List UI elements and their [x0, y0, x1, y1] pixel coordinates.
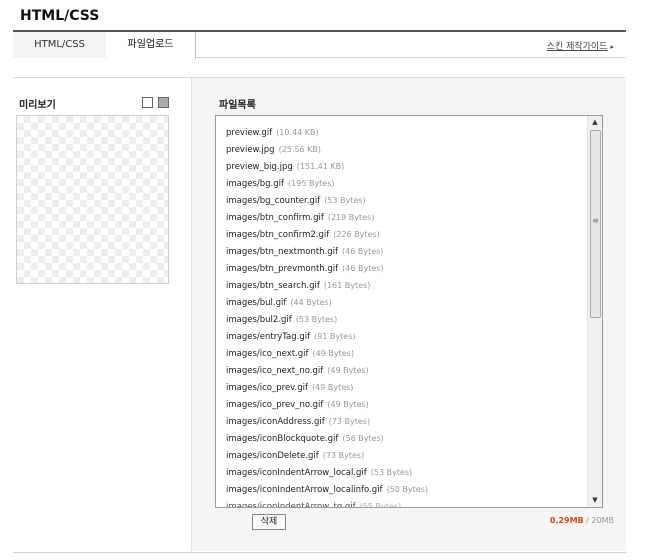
- skin-guide-link[interactable]: 스킨 제작가이드 ▸: [547, 39, 614, 52]
- file-size: (73 Bytes): [322, 451, 365, 460]
- file-name: images/btn_confirm2.gif: [226, 230, 330, 240]
- scrollbar-thumb[interactable]: ≡: [590, 130, 601, 318]
- file-list-item[interactable]: images/btn_search.gif (161 Bytes): [226, 277, 586, 294]
- content-area: 미리보기 파일목록 preview.gif (10.44 KB) preview.j…: [13, 77, 626, 551]
- scroll-down-icon[interactable]: ▼: [588, 494, 602, 507]
- file-name: images/ico_prev.gif: [226, 383, 309, 393]
- file-name: images/iconDelete.gif: [226, 451, 319, 461]
- white-background-toggle[interactable]: [142, 97, 153, 108]
- file-size: (25.56 KB): [278, 145, 322, 154]
- file-name: images/ico_next.gif: [226, 349, 309, 359]
- file-list-item[interactable]: images/btn_confirm2.gif (226 Bytes): [226, 226, 586, 243]
- arrow-right-icon: ▸: [610, 43, 614, 51]
- file-size: (44 Bytes): [290, 298, 332, 307]
- file-name: images/bg.gif: [226, 179, 285, 189]
- file-size: (46 Bytes): [342, 247, 384, 256]
- file-name: preview.gif: [226, 128, 273, 138]
- file-size: (49 Bytes): [327, 366, 369, 375]
- file-list-item[interactable]: images/bg_counter.gif (53 Bytes): [226, 192, 586, 209]
- file-size: (49 Bytes): [327, 400, 369, 409]
- file-list-item[interactable]: images/btn_nextmonth.gif (46 Bytes): [226, 243, 586, 260]
- file-list-item[interactable]: images/bg.gif (195 Bytes): [226, 175, 586, 192]
- file-list-item[interactable]: images/iconBlockquote.gif (56 Bytes): [226, 430, 586, 447]
- file-list-item[interactable]: images/iconIndentArrow_local.gif (53 Byte…: [226, 464, 586, 481]
- file-list-pane: 파일목록 preview.gif (10.44 KB) preview.jpg (25…: [191, 78, 626, 551]
- file-name: images/iconIndentArrow_local.gif: [226, 468, 367, 478]
- storage-usage: 0.29MB / 20MB: [550, 516, 614, 525]
- file-size: (53 Bytes): [324, 196, 366, 205]
- file-size: (10.44 KB): [276, 128, 319, 137]
- file-name: preview.jpg: [226, 145, 275, 155]
- delete-button[interactable]: 삭제: [252, 514, 286, 530]
- file-list-item[interactable]: images/iconIndentArrow_tg.gif (55 Bytes): [226, 498, 586, 507]
- vertical-scrollbar[interactable]: ▲ ≡ ▼: [587, 116, 602, 507]
- scroll-up-icon[interactable]: ▲: [588, 116, 602, 129]
- file-size: (53 Bytes): [370, 468, 413, 477]
- preview-pane: 미리보기: [13, 78, 191, 551]
- file-size: (53 Bytes): [295, 315, 338, 324]
- file-list-item[interactable]: images/iconDelete.gif (73 Bytes): [226, 447, 586, 464]
- file-listbox[interactable]: preview.gif (10.44 KB) preview.jpg (25.56 K…: [215, 115, 603, 508]
- file-list-item[interactable]: images/ico_next.gif (49 Bytes): [226, 345, 586, 362]
- file-list-item[interactable]: images/bul2.gif (53 Bytes): [226, 311, 586, 328]
- file-name: images/bg_counter.gif: [226, 196, 321, 206]
- file-name: images/btn_confirm.gif: [226, 213, 324, 223]
- file-size: (161 Bytes): [323, 281, 371, 290]
- file-list-title: 파일목록: [219, 100, 256, 111]
- file-name: images/iconIndentArrow_tg.gif: [226, 502, 356, 507]
- file-name: images/ico_next_no.gif: [226, 366, 324, 376]
- preview-image-box: [16, 115, 169, 284]
- file-size: (219 Bytes): [327, 213, 375, 222]
- file-list-item[interactable]: images/ico_prev_no.gif (49 Bytes): [226, 396, 586, 413]
- tab-file-upload[interactable]: 파일업로드: [106, 32, 196, 59]
- file-list-item[interactable]: preview_big.jpg (151.41 KB): [226, 158, 586, 175]
- tab-html-css[interactable]: HTML/CSS: [13, 32, 107, 58]
- file-list-item[interactable]: images/ico_prev.gif (49 Bytes): [226, 379, 586, 396]
- file-size: (49 Bytes): [312, 349, 354, 358]
- tab-bar: HTML/CSS 파일업로드 스킨 제작가이드 ▸: [13, 30, 626, 59]
- file-list-item[interactable]: preview.jpg (25.56 KB): [226, 141, 586, 158]
- file-list-item[interactable]: images/ico_next_no.gif (49 Bytes): [226, 362, 586, 379]
- file-list-item[interactable]: images/btn_confirm.gif (219 Bytes): [226, 209, 586, 226]
- file-name: preview_big.jpg: [226, 162, 293, 172]
- file-list-item[interactable]: images/btn_prevmonth.gif (46 Bytes): [226, 260, 586, 277]
- file-size: (49 Bytes): [312, 383, 354, 392]
- page-title: HTML/CSS: [20, 8, 100, 24]
- file-list-item[interactable]: preview.gif (10.44 KB): [226, 124, 586, 141]
- file-size: (55 Bytes): [359, 502, 402, 507]
- file-size: (195 Bytes): [288, 179, 335, 188]
- file-items: preview.gif (10.44 KB) preview.jpg (25.56 K…: [226, 124, 586, 507]
- file-name: images/btn_nextmonth.gif: [226, 247, 339, 257]
- file-name: images/iconBlockquote.gif: [226, 434, 339, 444]
- file-size: (73 Bytes): [328, 417, 371, 426]
- gray-background-toggle[interactable]: [158, 97, 169, 108]
- grip-icon: ≡: [592, 216, 599, 225]
- file-name: images/ico_prev_no.gif: [226, 400, 324, 410]
- file-size: (56 Bytes): [342, 434, 384, 443]
- preview-title: 미리보기: [19, 100, 56, 111]
- skin-guide-label: 스킨 제작가이드: [546, 42, 608, 52]
- file-list-item[interactable]: images/iconAddress.gif (73 Bytes): [226, 413, 586, 430]
- file-list-item[interactable]: images/entryTag.gif (91 Bytes): [226, 328, 586, 345]
- file-name: images/btn_prevmonth.gif: [226, 264, 339, 274]
- bottom-divider: [13, 552, 626, 553]
- file-name: images/iconIndentArrow_localinfo.gif: [226, 485, 383, 495]
- file-name: images/iconAddress.gif: [226, 417, 325, 427]
- file-list-item[interactable]: images/iconIndentArrow_localinfo.gif (50 …: [226, 481, 586, 498]
- usage-total: 20MB: [591, 516, 614, 525]
- file-size: (226 Bytes): [333, 230, 380, 239]
- file-size: (50 Bytes): [386, 485, 428, 494]
- file-name: images/bul.gif: [226, 298, 287, 308]
- file-name: images/entryTag.gif: [226, 332, 311, 342]
- file-size: (151.41 KB): [296, 162, 345, 171]
- file-size: (91 Bytes): [314, 332, 356, 341]
- file-name: images/btn_search.gif: [226, 281, 320, 291]
- file-list-item[interactable]: images/bul.gif (44 Bytes): [226, 294, 586, 311]
- usage-used: 0.29MB: [549, 516, 584, 525]
- file-size: (46 Bytes): [342, 264, 384, 273]
- file-name: images/bul2.gif: [226, 315, 292, 325]
